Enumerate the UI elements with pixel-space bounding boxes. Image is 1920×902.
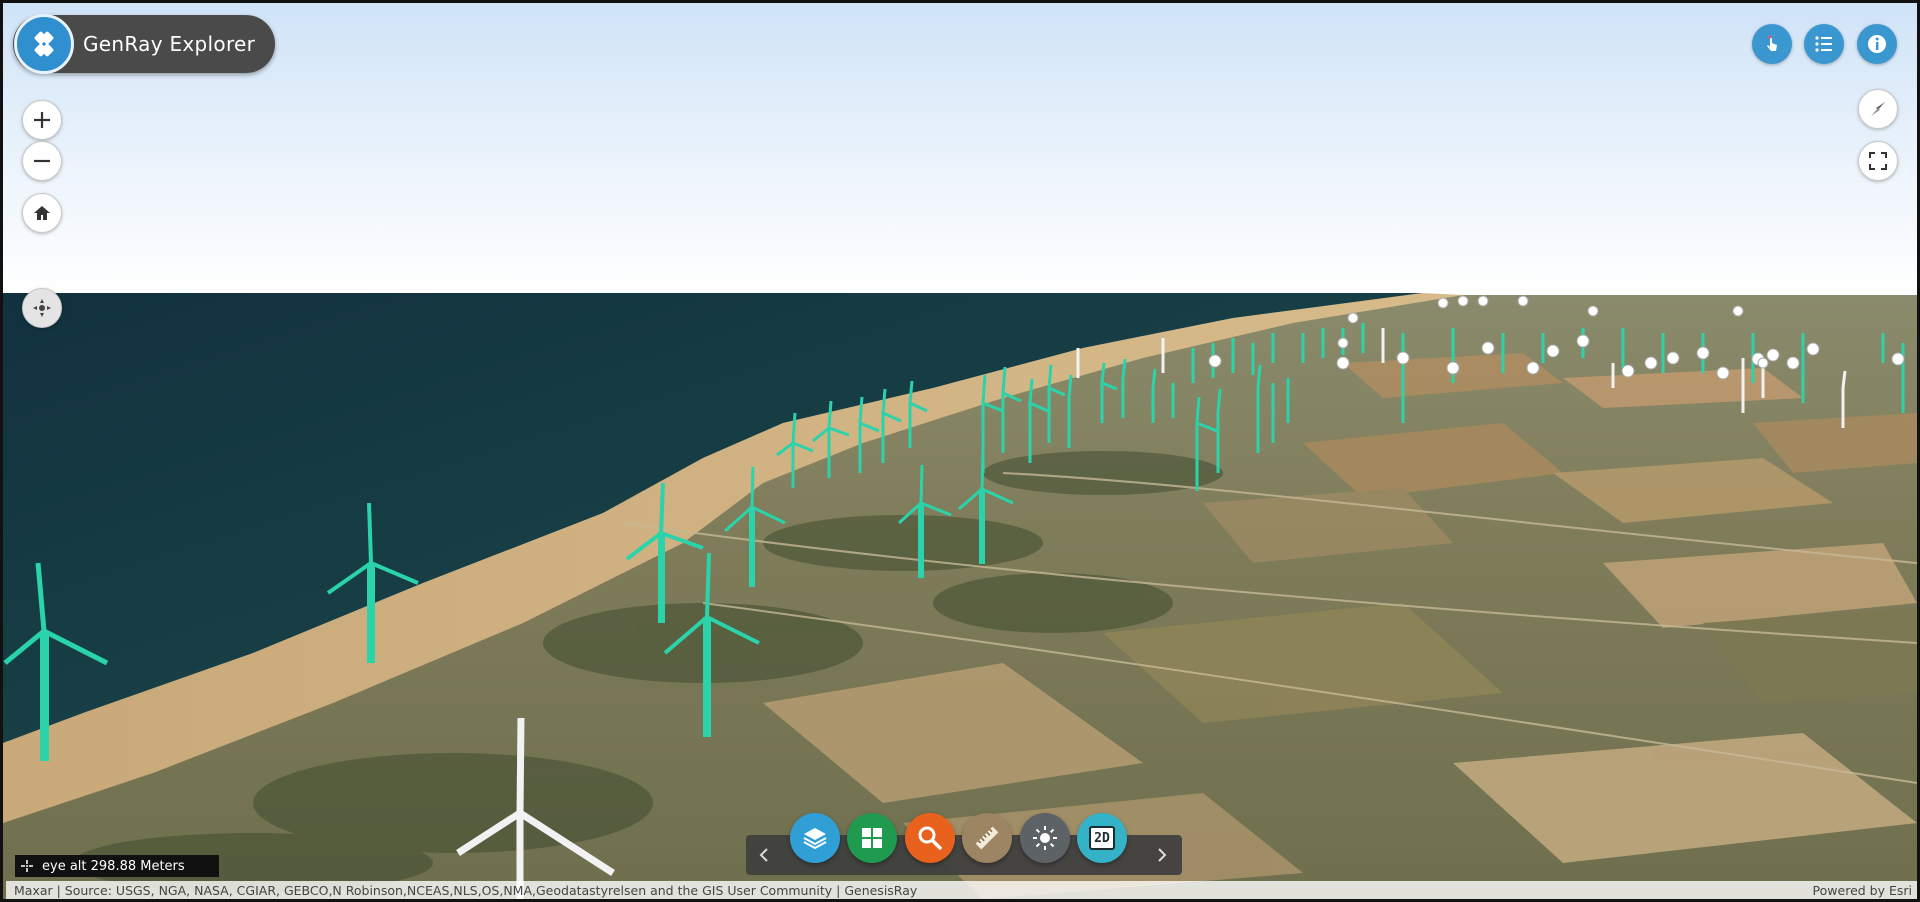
- basemap-gallery-button[interactable]: [847, 813, 897, 863]
- 2d-icon: 2D: [1089, 826, 1115, 850]
- legend-button[interactable]: [1804, 24, 1844, 64]
- compass-icon: [1871, 102, 1885, 116]
- search-icon: [918, 826, 942, 850]
- navigation-toggle-button[interactable]: [22, 288, 62, 328]
- attribution-sources: Maxar | Source: USGS, NGA, NASA, CGIAR, …: [14, 882, 918, 898]
- ruler-icon: [975, 826, 999, 850]
- crosshair-icon[interactable]: [18, 857, 36, 875]
- about-button[interactable]: [1857, 24, 1897, 64]
- minus-icon: [34, 159, 50, 163]
- daylight-button[interactable]: [1020, 813, 1070, 863]
- eye-altitude-text: eye alt 298.88 Meters: [42, 858, 185, 874]
- compass-button[interactable]: [1858, 89, 1898, 129]
- app-title: GenRay Explorer: [83, 32, 256, 56]
- layers-button[interactable]: [790, 813, 840, 863]
- toolbar-prev-button[interactable]: [747, 839, 781, 871]
- diamond-logo-icon: [14, 14, 74, 74]
- plus-icon: [34, 112, 50, 128]
- pointer-icon: [1767, 35, 1777, 51]
- measure-button[interactable]: [962, 813, 1012, 863]
- attribution-bar: Maxar | Source: USGS, NGA, NASA, CGIAR, …: [6, 881, 1917, 899]
- toolbar-next-button[interactable]: [1145, 839, 1179, 871]
- map-frame: GenRay Explorer 2D eye alt 298.88 Meters…: [0, 0, 1920, 902]
- chevron-left-icon: [759, 848, 768, 862]
- home-icon: [34, 206, 50, 220]
- zoom-in-button[interactable]: [22, 100, 62, 140]
- powered-by[interactable]: Powered by Esri: [1813, 883, 1912, 898]
- info-icon: [1868, 35, 1886, 53]
- search-button[interactable]: [905, 813, 955, 863]
- eye-altitude-readout: eye alt 298.88 Meters: [15, 855, 219, 877]
- sky: [3, 3, 1917, 295]
- select-tool-button[interactable]: [1752, 24, 1792, 64]
- list-icon: [1815, 36, 1832, 52]
- view-toggle-button[interactable]: 2D: [1077, 813, 1127, 863]
- app-title-pill: GenRay Explorer: [13, 14, 276, 74]
- grid-icon: [862, 828, 882, 848]
- zoom-out-button[interactable]: [22, 141, 62, 181]
- scene-view[interactable]: [3, 3, 1917, 899]
- view-toggle-label: 2D: [1094, 830, 1110, 846]
- fullscreen-icon: [1869, 152, 1887, 170]
- navigation-icon: [33, 299, 51, 317]
- layers-icon: [803, 828, 827, 850]
- home-button[interactable]: [22, 193, 62, 233]
- fullscreen-button[interactable]: [1858, 141, 1898, 181]
- chevron-right-icon: [1158, 848, 1167, 862]
- sun-icon: [1033, 826, 1057, 850]
